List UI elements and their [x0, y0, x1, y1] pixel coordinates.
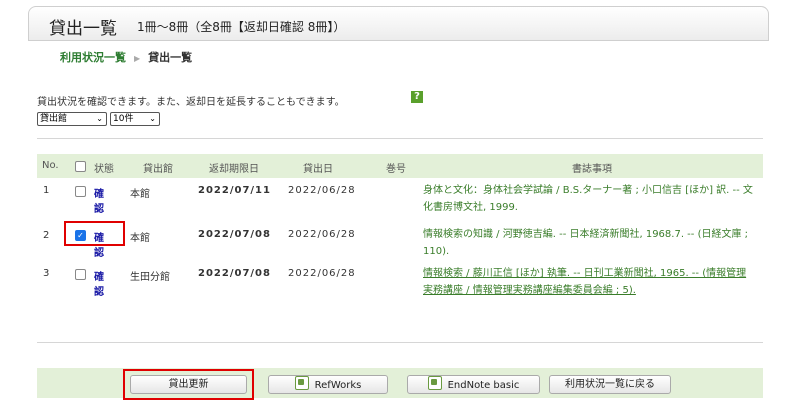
col-due: 返却期限日: [209, 164, 259, 175]
bibliography-link[interactable]: 身体と文化：身体社会学試論 / B.S.ターナー著 ; 小口信吉 [ほか] 訳.…: [423, 182, 753, 216]
help-icon[interactable]: ?: [411, 91, 423, 103]
row-checkbox[interactable]: [75, 186, 86, 197]
highlight-frame: [123, 369, 254, 400]
refworks-button-label: RefWorks: [314, 380, 362, 391]
col-volume: 巻号: [386, 164, 406, 175]
sort-select-value: 貸出館: [40, 114, 68, 124]
bibliography-link[interactable]: 情報検索の知識 / 河野徳吉編. -- 日本経済新聞社, 1968.7. -- …: [423, 226, 753, 260]
status-confirm-link[interactable]: 確認: [94, 268, 104, 298]
row-due-date: 2022/07/08: [198, 229, 271, 240]
breadcrumb-separator-icon: ▶: [134, 54, 141, 63]
per-page-select-value: 10件: [113, 114, 134, 124]
bibliography-link[interactable]: 情報検索 / 藤川正信 [ほか] 執筆. -- 日刊工業新聞社, 1965. -…: [423, 265, 753, 299]
row-loan-date: 2022/06/28: [288, 185, 356, 196]
row-no: 2: [43, 230, 50, 241]
chevron-down-icon: ⌄: [96, 114, 103, 123]
divider: [37, 138, 763, 139]
divider: [37, 342, 763, 343]
col-status: 状態: [94, 164, 114, 175]
export-icon: [427, 376, 442, 390]
export-icon: [294, 376, 309, 390]
info-text: 貸出状況を確認できます。また、返却日を延長することもできます。: [37, 97, 345, 108]
select-all-checkbox[interactable]: [75, 161, 86, 172]
refworks-button[interactable]: RefWorks: [268, 375, 388, 394]
row-checkbox[interactable]: [75, 269, 86, 280]
endnote-button-label: EndNote basic: [447, 380, 520, 391]
page-header: 貸出一覧 1冊～8冊（全8冊【返却日確認 8冊】）: [28, 6, 769, 41]
row-loan-date: 2022/06/28: [288, 268, 356, 279]
row-due-date: 2022/07/11: [198, 185, 271, 196]
row-no: 1: [43, 185, 50, 196]
col-bib: 書誌事項: [572, 164, 612, 175]
endnote-button[interactable]: EndNote basic: [407, 375, 540, 394]
highlight-frame: [64, 221, 125, 246]
row-loan-date: 2022/06/28: [288, 229, 356, 240]
loan-count: 1冊～8冊（全8冊【返却日確認 8冊】）: [137, 20, 346, 34]
back-to-usage-button[interactable]: 利用状況一覧に戻る: [549, 375, 671, 394]
breadcrumb-link-usage[interactable]: 利用状況一覧: [60, 51, 126, 64]
row-library: 本館: [130, 189, 150, 200]
col-library: 貸出館: [143, 164, 173, 175]
chevron-down-icon: ⌄: [149, 114, 156, 123]
row-no: 3: [43, 268, 50, 279]
back-button-label: 利用状況一覧に戻る: [565, 379, 655, 390]
status-confirm-link[interactable]: 確認: [94, 185, 104, 215]
per-page-select[interactable]: 10件 ⌄: [110, 112, 160, 126]
page-title: 貸出一覧: [49, 19, 117, 39]
col-no: No.: [42, 160, 59, 171]
row-library: 本館: [130, 233, 150, 244]
table-header: No. 状態 貸出館 返却期限日 貸出日 巻号 書誌事項: [37, 154, 763, 178]
row-library: 生田分館: [130, 272, 170, 283]
row-due-date: 2022/07/08: [198, 268, 271, 279]
col-loan: 貸出日: [303, 164, 333, 175]
breadcrumb: 利用状況一覧 ▶ 貸出一覧: [60, 49, 192, 65]
sort-select[interactable]: 貸出館 ⌄: [37, 112, 107, 126]
breadcrumb-current: 貸出一覧: [148, 51, 193, 64]
